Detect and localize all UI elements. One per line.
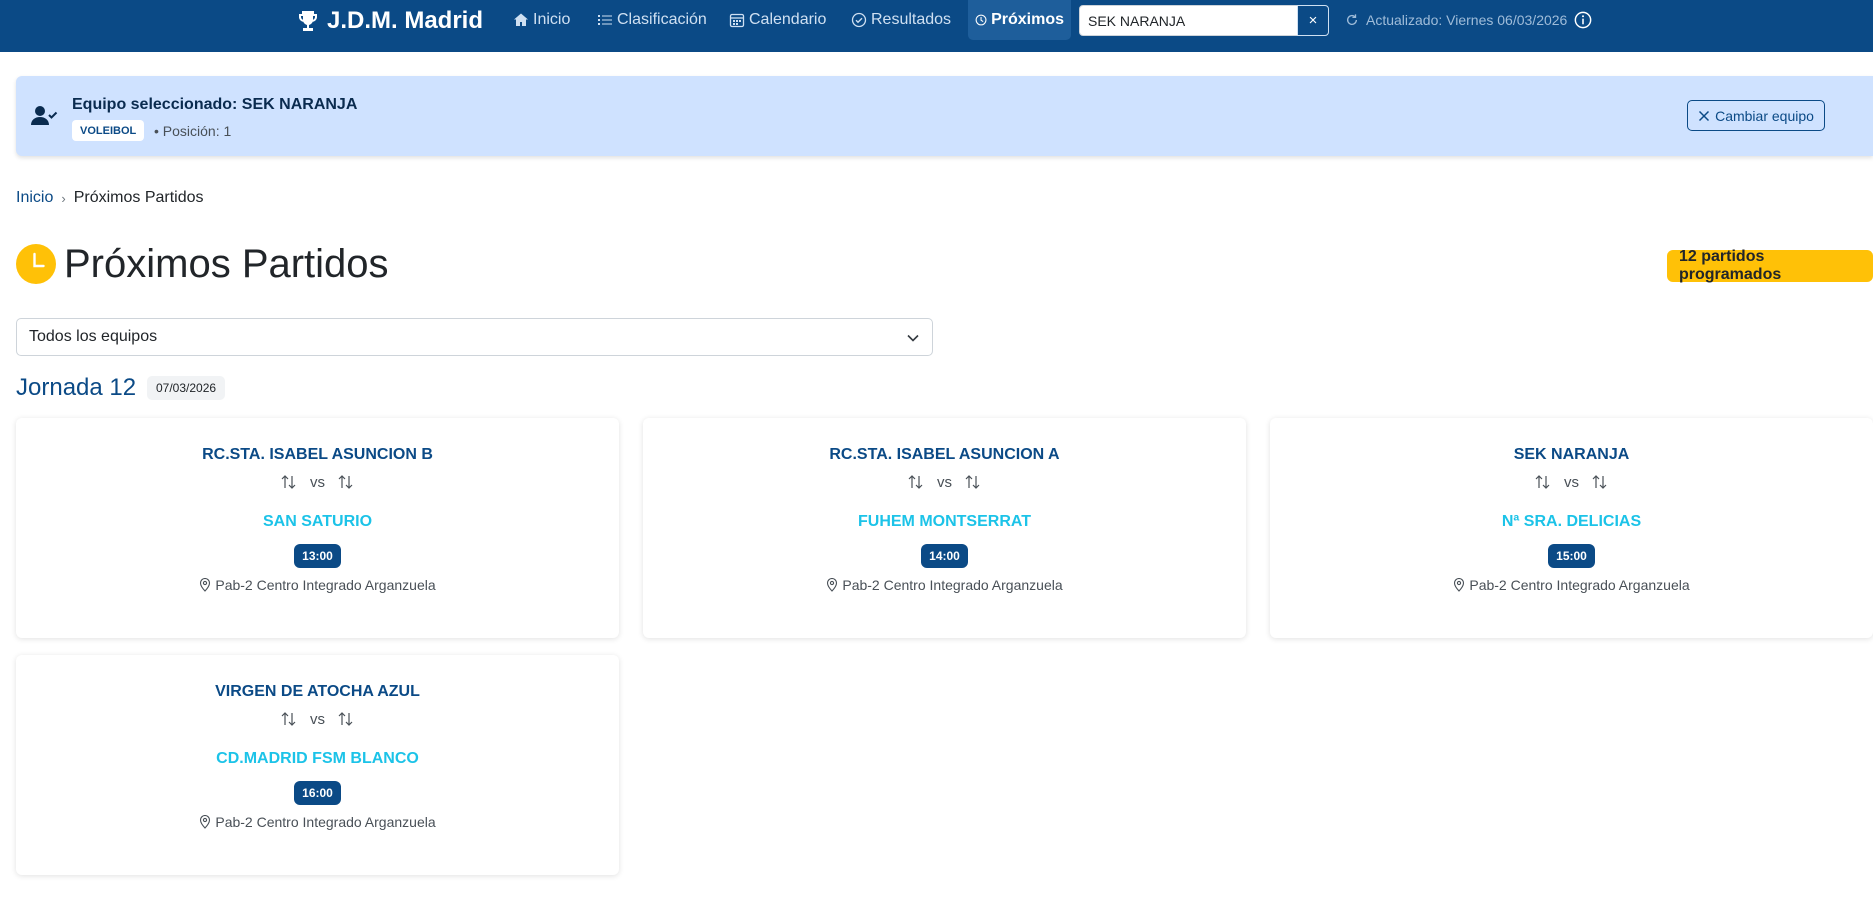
venue: Pab-2 Centro Integrado Arganzuela xyxy=(643,576,1246,594)
info-icon[interactable] xyxy=(1574,11,1592,29)
breadcrumb-current: Próximos Partidos xyxy=(73,189,204,206)
swap-arrows-icon xyxy=(338,475,353,489)
away-team: SAN SATURIO xyxy=(262,513,373,530)
vs-row: vs xyxy=(16,707,619,731)
nav-label-clasificacion: Clasificación xyxy=(617,11,707,28)
top-navbar: J.D.M. Madrid Inicio Clasificación Calen… xyxy=(0,0,1873,52)
last-updated: Actualizado: Viernes 06/03/2026 xyxy=(1345,11,1567,29)
venue-name: Pab-2 Centro Integrado Arganzuela xyxy=(1469,577,1690,593)
away-team: FUHEM MONTSERRAT xyxy=(857,513,1032,530)
venue-name: Pab-2 Centro Integrado Arganzuela xyxy=(215,577,436,593)
brand-logo[interactable]: J.D.M. Madrid xyxy=(296,6,483,36)
scheduled-count-badge: 12 partidos programados xyxy=(1667,248,1873,283)
list-icon xyxy=(598,15,612,25)
team-filter-value: Todos los equipos xyxy=(29,328,158,345)
location-pin-icon xyxy=(827,578,838,592)
swap-arrows-icon xyxy=(1535,475,1550,489)
match-card[interactable]: SEK NARANJA vs Nª SRA. DELICIAS 15:00 Pa… xyxy=(1270,418,1873,638)
brand-name: J.D.M. Madrid xyxy=(327,7,484,34)
swap-arrows-icon xyxy=(965,475,980,489)
vs-label: vs xyxy=(937,473,952,491)
match-time-badge: 14:00 xyxy=(921,544,968,568)
selected-team-title: Equipo seleccionado: SEK NARANJA xyxy=(72,96,358,113)
team-search-input[interactable] xyxy=(1079,5,1298,36)
venue-name: Pab-2 Centro Integrado Arganzuela xyxy=(215,814,436,830)
nav-label-proximos: Próximos xyxy=(991,11,1064,28)
nav-item-clasificacion[interactable]: Clasificación xyxy=(590,0,714,40)
away-team: CD.MADRID FSM BLANCO xyxy=(216,750,419,767)
vs-row: vs xyxy=(643,470,1246,494)
swap-arrows-icon xyxy=(1592,475,1607,489)
venue: Pab-2 Centro Integrado Arganzuela xyxy=(1270,576,1873,594)
close-icon xyxy=(1699,110,1710,121)
page-title: Próximos Partidos xyxy=(64,242,389,286)
venue-name: Pab-2 Centro Integrado Arganzuela xyxy=(842,577,1063,593)
vs-row: vs xyxy=(1270,470,1873,494)
match-card[interactable]: RC.STA. ISABEL ASUNCION A vs FUHEM MONTS… xyxy=(643,418,1246,638)
away-team: Nª SRA. DELICIAS xyxy=(1501,513,1642,530)
change-team-button[interactable]: Cambiar equipo xyxy=(1687,100,1825,131)
swap-arrows-icon xyxy=(281,475,296,489)
match-card[interactable]: VIRGEN DE ATOCHA AZUL vs CD.MADRID FSM B… xyxy=(16,655,619,875)
page-clock-icon xyxy=(16,244,56,284)
home-team: RC.STA. ISABEL ASUNCION B xyxy=(202,446,433,463)
swap-arrows-icon xyxy=(338,712,353,726)
sport-badge: VOLEIBOL xyxy=(72,120,145,141)
swap-arrows-icon xyxy=(908,475,923,489)
home-team: VIRGEN DE ATOCHA AZUL xyxy=(215,683,420,700)
nav-item-proximos[interactable]: Próximos xyxy=(968,0,1071,40)
clear-team-button[interactable]: × xyxy=(1297,5,1329,36)
vs-label: vs xyxy=(310,710,325,728)
last-updated-text: Actualizado: Viernes 06/03/2026 xyxy=(1366,12,1568,28)
nav-item-inicio[interactable]: Inicio xyxy=(506,0,577,40)
match-card[interactable]: RC.STA. ISABEL ASUNCION B vs SAN SATURIO… xyxy=(16,418,619,638)
match-time-badge: 15:00 xyxy=(1548,544,1595,568)
nav-item-calendario[interactable]: Calendario xyxy=(722,0,833,40)
match-time-badge: 13:00 xyxy=(294,544,341,568)
venue: Pab-2 Centro Integrado Arganzuela xyxy=(16,576,619,594)
selected-team-banner: Equipo seleccionado: SEK NARANJA VOLEIBO… xyxy=(16,76,1873,156)
home-team: SEK NARANJA xyxy=(1513,446,1630,463)
chevron-down-icon xyxy=(907,334,919,342)
vs-row: vs xyxy=(16,470,619,494)
trophy-icon xyxy=(299,11,317,31)
round-date: 07/03/2026 xyxy=(147,376,226,400)
nav-label-calendario: Calendario xyxy=(749,11,827,28)
breadcrumb: Inicio › Próximos Partidos xyxy=(16,188,204,208)
vs-label: vs xyxy=(1564,473,1579,491)
round-title: Jornada 12 xyxy=(16,374,137,401)
location-pin-icon xyxy=(1454,578,1465,592)
calendar-icon xyxy=(729,13,745,28)
breadcrumb-home-link[interactable]: Inicio xyxy=(16,189,53,207)
team-filter-select[interactable]: Todos los equipos xyxy=(16,318,933,356)
swap-arrows-icon xyxy=(281,712,296,726)
nav-label-resultados: Resultados xyxy=(871,11,952,28)
house-icon xyxy=(514,13,528,26)
team-position: • Posición: 1 xyxy=(154,122,232,139)
check-circle-icon xyxy=(851,12,867,28)
nav-label-inicio: Inicio xyxy=(533,11,571,28)
user-check-icon xyxy=(31,106,58,125)
vs-label: vs xyxy=(310,473,325,491)
home-team: RC.STA. ISABEL ASUNCION A xyxy=(829,446,1060,463)
clock-icon xyxy=(975,14,987,26)
location-pin-icon xyxy=(200,578,211,592)
refresh-icon xyxy=(1346,14,1358,25)
location-pin-icon xyxy=(200,815,211,829)
venue: Pab-2 Centro Integrado Arganzuela xyxy=(16,813,619,831)
nav-item-resultados[interactable]: Resultados xyxy=(844,0,958,40)
breadcrumb-separator: › xyxy=(61,190,66,206)
change-team-label: Cambiar equipo xyxy=(1715,107,1814,124)
match-time-badge: 16:00 xyxy=(294,781,341,805)
